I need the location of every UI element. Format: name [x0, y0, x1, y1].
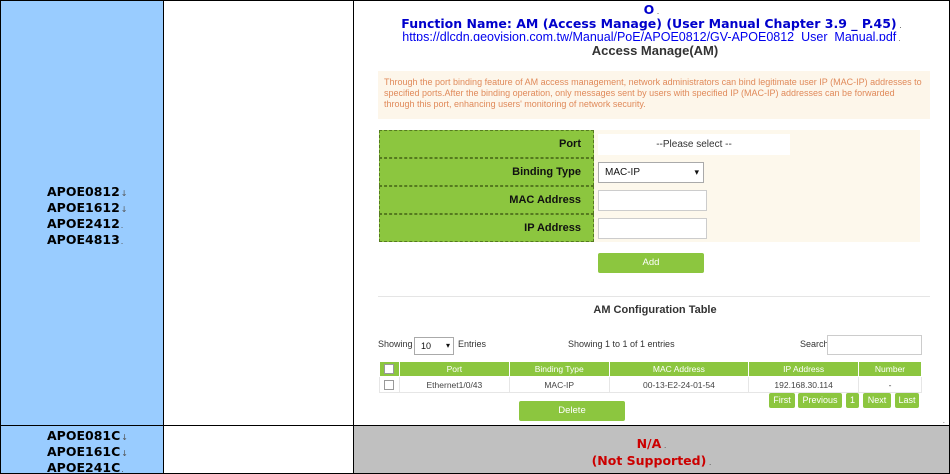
cell-ip: 192.168.30.114	[748, 376, 860, 393]
search-input[interactable]	[827, 335, 922, 355]
ip-value-cell	[594, 214, 920, 242]
form-row-binding: Binding Type MAC-IP ▾	[379, 158, 920, 186]
col-header[interactable]: MAC Address	[608, 361, 750, 377]
mac-value-cell	[594, 186, 920, 214]
showing-label: Showing	[378, 339, 413, 349]
blank-cell	[163, 425, 354, 474]
chevron-down-icon: ▾	[445, 341, 450, 350]
col-header[interactable]: IP Address	[748, 361, 860, 377]
select-all-header[interactable]	[379, 361, 400, 377]
cell-port: Ethernet1/0/43	[398, 376, 510, 393]
binding-value-cell: MAC-IP ▾	[594, 158, 920, 186]
model-name: APOE081C↓	[47, 428, 128, 443]
port-value-cell: --Please select --	[594, 130, 920, 158]
not-supported-label: (Not Supported) .	[591, 453, 712, 468]
table-title: AM Configuration Table	[593, 304, 717, 316]
blank-cell	[163, 0, 354, 426]
cell-end-mark: .	[942, 417, 945, 425]
am-screenshot: Access Manage(AM) Through the port bindi…	[372, 41, 938, 424]
row-select-cell[interactable]	[379, 376, 400, 393]
form-row-port: Port --Please select --	[379, 130, 920, 158]
entries-range: Showing 1 to 1 of 1 entries	[568, 339, 675, 349]
form-row-mac: MAC Address	[379, 186, 920, 214]
function-name: Function Name: AM (Access Manage) (User …	[401, 16, 902, 31]
pager-previous-button[interactable]: Previous	[798, 393, 842, 408]
col-header[interactable]: Port	[398, 361, 510, 377]
ip-address-label: IP Address	[379, 214, 594, 242]
entries-label: Entries	[458, 339, 487, 349]
mac-address-label: MAC Address	[379, 186, 594, 214]
port-label: Port	[379, 130, 594, 158]
model-name: APOE2412.	[47, 216, 124, 231]
model-list-supported: APOE0812↓ APOE1612↓ APOE2412. APOE4813.	[1, 184, 128, 249]
select-all-checkbox[interactable]	[384, 364, 395, 375]
model-name: APOE1612↓	[47, 200, 128, 215]
page-title: Access Manage(AM)	[591, 43, 719, 58]
info-box: Through the port binding feature of AM a…	[378, 71, 930, 119]
binding-type-label: Binding Type	[379, 158, 594, 186]
chevron-down-icon: ▾	[694, 167, 699, 177]
col-header[interactable]: Number	[858, 361, 922, 377]
am-config-table: Port Binding Type MAC Address IP Address…	[379, 361, 922, 393]
divider	[378, 296, 930, 297]
search-label: Search	[800, 339, 829, 349]
model-name: APOE0812↓	[47, 184, 128, 199]
support-marker: O .	[643, 2, 660, 17]
na-label: N/A .	[636, 436, 667, 451]
ip-address-input[interactable]	[598, 218, 707, 239]
pager-page-button[interactable]: 1	[846, 393, 859, 408]
models-cell-unsupported: APOE081C↓ APOE161C↓ APOE241C.	[0, 425, 164, 474]
not-supported-text: N/A . (Not Supported) .	[354, 436, 949, 470]
table-header-row: Port Binding Type MAC Address IP Address…	[379, 361, 922, 377]
binding-type-select[interactable]: MAC-IP ▾	[598, 162, 704, 183]
pager-first-button[interactable]: First	[769, 393, 795, 408]
pager-last-button[interactable]: Last	[895, 393, 919, 408]
cell-mac: 00-13-E2-24-01-54	[608, 376, 750, 393]
model-list-unsupported: APOE081C↓ APOE161C↓ APOE241C.	[1, 429, 131, 474]
am-form: Port --Please select -- Binding Type MAC…	[379, 130, 920, 242]
model-name: APOE241C.	[47, 460, 124, 474]
cell-number: -	[858, 376, 922, 393]
port-select[interactable]: --Please select --	[598, 134, 790, 155]
entries-select[interactable]: 10 ▾	[414, 337, 454, 355]
col-header[interactable]: Binding Type	[508, 361, 610, 377]
pager-next-button[interactable]: Next	[863, 393, 891, 408]
models-cell-supported: APOE0812↓ APOE1612↓ APOE2412. APOE4813.	[0, 0, 164, 426]
add-button[interactable]: Add	[598, 253, 704, 273]
cell-binding: MAC-IP	[508, 376, 610, 393]
form-row-ip: IP Address	[379, 214, 920, 242]
model-name: APOE161C↓	[47, 444, 128, 459]
function-content-cell: O . Function Name: AM (Access Manage) (U…	[353, 0, 950, 426]
na-cell: N/A . (Not Supported) .	[353, 425, 950, 474]
delete-button[interactable]: Delete	[519, 401, 625, 421]
mac-address-input[interactable]	[598, 190, 707, 211]
table-row: Ethernet1/0/43 MAC-IP 00-13-E2-24-01-54 …	[379, 376, 922, 393]
row-checkbox[interactable]	[384, 379, 395, 390]
model-name: APOE4813.	[47, 232, 124, 247]
